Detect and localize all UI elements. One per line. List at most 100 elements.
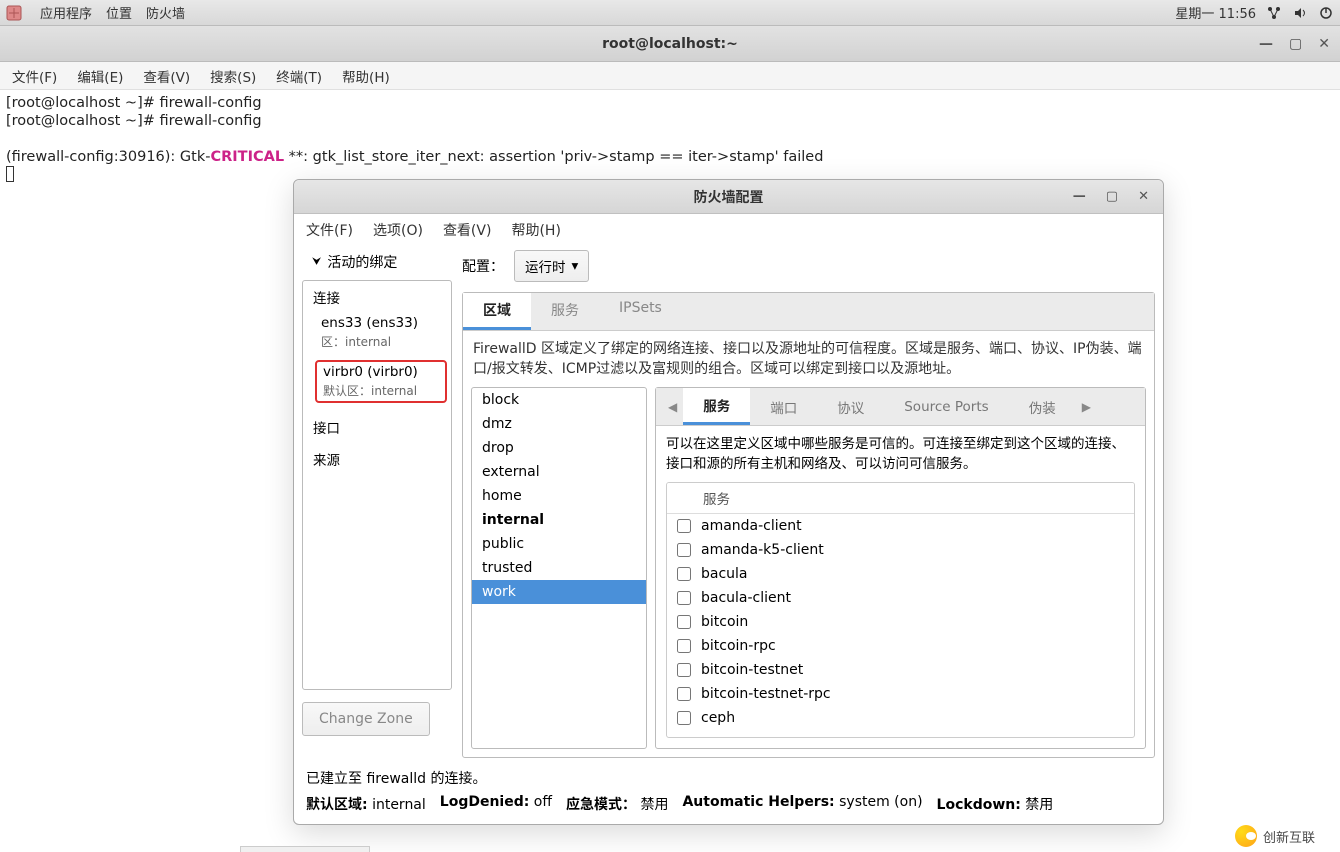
scroll-left-icon[interactable]: ◀ — [662, 394, 683, 420]
service-label: amanda-client — [701, 518, 802, 534]
service-label: amanda-k5-client — [701, 542, 824, 558]
zone-item-dmz[interactable]: dmz — [472, 412, 646, 436]
service-row[interactable]: bitcoin — [667, 610, 1134, 634]
tab-zones[interactable]: 区域 — [463, 293, 531, 330]
power-icon[interactable] — [1318, 5, 1334, 21]
zone-list[interactable]: blockdmzdropexternalhomeinternalpublictr… — [471, 387, 647, 749]
services-column-header[interactable]: 服务 — [667, 483, 1134, 514]
sidebar-item-sources[interactable]: 来源 — [303, 443, 451, 475]
service-row[interactable]: amanda-k5-client — [667, 538, 1134, 562]
service-checkbox[interactable] — [677, 687, 691, 701]
sidebar-connection-virbr0[interactable]: virbr0 (virbr0) 默认区：internal — [303, 356, 451, 411]
terminal-close-icon[interactable]: ✕ — [1318, 36, 1330, 52]
terminal-menubar: 文件(F) 编辑(E) 查看(V) 搜索(S) 终端(T) 帮助(H) — [0, 62, 1340, 90]
sidebar-header-active-bindings[interactable]: ⮟ 活动的绑定 — [302, 246, 452, 278]
detail-tab-services[interactable]: 服务 — [683, 388, 750, 425]
zone-item-public[interactable]: public — [472, 532, 646, 556]
service-checkbox[interactable] — [677, 639, 691, 653]
service-label: ceph — [701, 710, 735, 726]
firewall-maximize-icon[interactable]: ▢ — [1106, 189, 1118, 204]
firewall-menu-view[interactable]: 查看(V) — [443, 220, 492, 240]
config-label: 配置： — [462, 256, 504, 276]
clock[interactable]: 星期一 11:56 — [1175, 3, 1256, 22]
firewall-menu-options[interactable]: 选项(O) — [373, 220, 423, 240]
firewall-menu-file[interactable]: 文件(F) — [306, 220, 353, 240]
service-row[interactable]: bacula-client — [667, 586, 1134, 610]
firewall-title: 防火墙配置 — [694, 187, 764, 207]
firewall-app-icon — [6, 5, 22, 21]
zone-item-work[interactable]: work — [472, 580, 646, 604]
terminal-body[interactable]: [root@localhost ~]# firewall-config [roo… — [0, 90, 1340, 191]
firewall-menu-help[interactable]: 帮助(H) — [511, 220, 560, 240]
detail-tab-source-ports[interactable]: Source Ports — [884, 392, 1008, 422]
service-checkbox[interactable] — [677, 711, 691, 725]
firewall-menubar: 文件(F) 选项(O) 查看(V) 帮助(H) — [294, 214, 1163, 246]
service-row[interactable]: amanda-client — [667, 514, 1134, 538]
main-panel: 配置： 运行时 ▾ 区域 服务 IPSets FirewallD 区域定义了绑定… — [462, 246, 1155, 758]
highlighted-connection: virbr0 (virbr0) 默认区：internal — [315, 360, 447, 403]
service-label: bitcoin-testnet-rpc — [701, 686, 831, 702]
service-checkbox[interactable] — [677, 591, 691, 605]
zone-item-home[interactable]: home — [472, 484, 646, 508]
config-mode-dropdown[interactable]: 运行时 ▾ — [514, 250, 589, 282]
service-row[interactable]: bitcoin-testnet — [667, 658, 1134, 682]
service-checkbox[interactable] — [677, 543, 691, 557]
scroll-right-icon[interactable]: ▶ — [1076, 394, 1097, 420]
chevron-down-icon: ⮟ — [312, 255, 321, 269]
zone-item-external[interactable]: external — [472, 460, 646, 484]
menu-firewall[interactable]: 防火墙 — [146, 3, 185, 22]
firewall-minimize-icon[interactable]: — — [1073, 189, 1086, 204]
firewall-close-icon[interactable]: ✕ — [1138, 189, 1149, 204]
network-icon[interactable] — [1266, 5, 1282, 21]
sound-icon[interactable] — [1292, 5, 1308, 21]
terminal-cursor — [6, 166, 14, 182]
service-label: bitcoin-rpc — [701, 638, 776, 654]
change-zone-button[interactable]: Change Zone — [302, 702, 430, 736]
detail-tabs-header: ◀ 服务 端口 协议 Source Ports 伪装 ▶ — [656, 388, 1145, 426]
firewall-titlebar: 防火墙配置 — ▢ ✕ — [294, 180, 1163, 214]
watermark-logo: 创新互联 — [1210, 820, 1340, 852]
detail-tab-protocols[interactable]: 协议 — [817, 390, 884, 424]
service-row[interactable]: ceph — [667, 706, 1134, 730]
service-row[interactable]: bitcoin-rpc — [667, 634, 1134, 658]
zone-item-trusted[interactable]: trusted — [472, 556, 646, 580]
zone-item-drop[interactable]: drop — [472, 436, 646, 460]
terminal-menu-view[interactable]: 查看(V) — [143, 66, 190, 86]
terminal-menu-terminal[interactable]: 终端(T) — [276, 66, 322, 86]
main-tabs-container: 区域 服务 IPSets FirewallD 区域定义了绑定的网络连接、接口以及… — [462, 292, 1155, 758]
sidebar-list: 连接 ens33 (ens33) 区：internal virbr0 (virb… — [302, 280, 452, 690]
zone-item-internal[interactable]: internal — [472, 508, 646, 532]
terminal-menu-edit[interactable]: 编辑(E) — [77, 66, 123, 86]
logo-icon — [1235, 825, 1257, 847]
detail-tab-masquerade[interactable]: 伪装 — [1009, 390, 1076, 424]
menu-places[interactable]: 位置 — [106, 3, 132, 22]
taskbar-fragment — [240, 846, 370, 852]
zone-description: FirewallD 区域定义了绑定的网络连接、接口以及源地址的可信程度。区域是服… — [463, 331, 1154, 387]
status-connected: 已建立至 firewalld 的连接。 — [294, 758, 1163, 790]
menu-applications[interactable]: 应用程序 — [40, 3, 92, 22]
main-tabs-header: 区域 服务 IPSets — [463, 293, 1154, 331]
tab-services[interactable]: 服务 — [531, 293, 599, 330]
terminal-maximize-icon[interactable]: ▢ — [1289, 36, 1302, 52]
terminal-menu-file[interactable]: 文件(F) — [12, 66, 57, 86]
terminal-menu-search[interactable]: 搜索(S) — [210, 66, 256, 86]
detail-tab-ports[interactable]: 端口 — [750, 390, 817, 424]
detail-description: 可以在这里定义区域中哪些服务是可信的。可连接至绑定到这个区域的连接、接口和源的所… — [656, 426, 1145, 482]
service-checkbox[interactable] — [677, 567, 691, 581]
terminal-menu-help[interactable]: 帮助(H) — [342, 66, 390, 86]
firewall-config-window: 防火墙配置 — ▢ ✕ 文件(F) 选项(O) 查看(V) 帮助(H) ⮟ 活动… — [293, 179, 1164, 825]
sidebar-item-interfaces[interactable]: 接口 — [303, 411, 451, 443]
sidebar-connection-ens33[interactable]: ens33 (ens33) 区：internal — [303, 313, 451, 356]
service-checkbox[interactable] — [677, 663, 691, 677]
terminal-minimize-icon[interactable]: — — [1259, 36, 1273, 52]
sidebar-item-connections[interactable]: 连接 — [303, 281, 451, 313]
zone-item-block[interactable]: block — [472, 388, 646, 412]
service-checkbox[interactable] — [677, 615, 691, 629]
tab-ipsets[interactable]: IPSets — [599, 293, 682, 330]
service-label: bacula-client — [701, 590, 791, 606]
service-row[interactable]: bacula — [667, 562, 1134, 586]
zone-detail-panel: ◀ 服务 端口 协议 Source Ports 伪装 ▶ 可以在这里定义区域中哪… — [655, 387, 1146, 749]
service-row[interactable]: bitcoin-testnet-rpc — [667, 682, 1134, 706]
service-checkbox[interactable] — [677, 519, 691, 533]
sidebar: ⮟ 活动的绑定 连接 ens33 (ens33) 区：internal virb… — [302, 246, 452, 758]
